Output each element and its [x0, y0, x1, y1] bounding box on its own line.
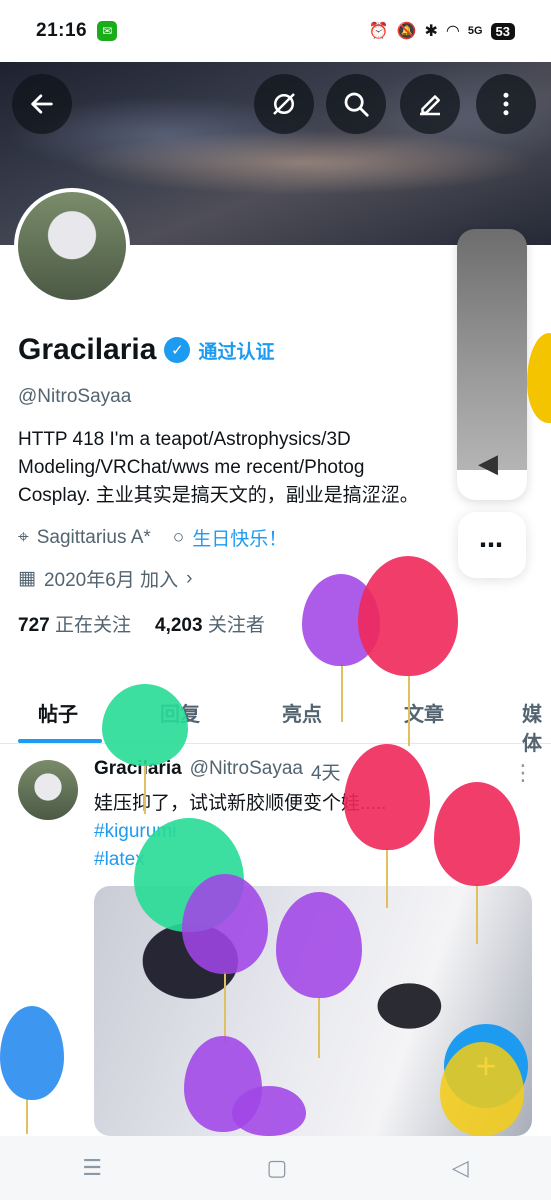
alarm-icon: ⏰: [368, 23, 389, 40]
profile-tabs: 帖子 回复 亮点 文章 媒体: [0, 684, 551, 755]
tab-articles[interactable]: 文章: [404, 698, 444, 727]
profile-name: Gracilaria: [18, 333, 157, 366]
location-icon: ⌖: [18, 526, 29, 548]
back-triangle-icon[interactable]: ◁: [452, 1155, 469, 1181]
balloon-string: [386, 848, 388, 908]
verified-label[interactable]: 通过认证: [198, 337, 274, 364]
system-nav-bar: ☰ ▢ ◁: [0, 1136, 551, 1200]
more-button[interactable]: [476, 74, 536, 134]
location-text: Sagittarius A*: [36, 526, 151, 548]
wifi-icon: ◠: [445, 23, 460, 40]
tweet-more-icon[interactable]: ⋮: [512, 760, 534, 786]
balloon-string: [341, 664, 343, 722]
mute-button[interactable]: [254, 74, 314, 134]
followers-label: 关注者: [207, 615, 265, 636]
tab-highlights[interactable]: 亮点: [282, 698, 322, 727]
balloon-decoration: [182, 874, 268, 974]
profile-avatar[interactable]: [14, 188, 130, 304]
tweet-time: 4天: [310, 763, 341, 784]
following-label: 正在关注: [54, 615, 131, 636]
following-link[interactable]: 727 正在关注: [18, 610, 131, 637]
status-bar: 21:16 ✉ ⏰ 🔕 ✱ ◠ 5G 53: [0, 0, 551, 62]
joined-text: 2020年6月 加入: [43, 570, 179, 591]
bluetooth-icon: ✱: [424, 23, 438, 40]
signal-icon: 5G: [467, 25, 483, 37]
follow-stats: 727 正在关注 4,203 关注者: [18, 610, 538, 637]
balloon-string: [476, 884, 478, 944]
battery-indicator: 53: [490, 22, 515, 40]
search-icon: [344, 92, 369, 117]
balloon-icon: ○: [172, 526, 185, 548]
back-button[interactable]: [12, 74, 72, 134]
balloon-string: [408, 676, 410, 746]
followers-count: 4,203: [155, 615, 203, 636]
balloon-decoration: [344, 744, 430, 850]
menu-icon[interactable]: ☰: [82, 1155, 102, 1181]
birthday-link[interactable]: 生日快乐！: [192, 524, 287, 551]
volume-more-button[interactable]: ⋯: [458, 512, 526, 578]
mute-icon: [273, 93, 295, 115]
balloon-string: [26, 1098, 28, 1134]
arrow-left-icon: [31, 94, 53, 114]
balloon-decoration: [232, 1086, 306, 1136]
tab-indicator: [18, 739, 102, 743]
followers-link[interactable]: 4,203 关注者: [155, 610, 265, 637]
chevron-right-icon: ›: [186, 567, 193, 589]
balloon-decoration: [440, 1042, 524, 1136]
status-icons: ⏰ 🔕 ✱ ◠ 5G 53: [369, 21, 515, 41]
clock: 21:16: [36, 20, 88, 41]
speaker-icon: ◀: [478, 448, 498, 478]
edit-button[interactable]: [400, 74, 460, 134]
edit-icon: [420, 95, 440, 116]
following-count: 727: [18, 615, 50, 636]
balloon-string: [144, 764, 146, 814]
wechat-icon: ✉: [97, 21, 118, 41]
verified-badge-icon[interactable]: ✓: [164, 337, 191, 363]
home-icon[interactable]: ▢: [267, 1155, 288, 1181]
bell-off-icon: 🔕: [396, 23, 417, 40]
balloon-decoration: [358, 556, 458, 676]
tweet-avatar[interactable]: [18, 760, 78, 820]
tab-posts[interactable]: 帖子: [38, 698, 78, 727]
balloon-decoration: [0, 1006, 64, 1100]
balloon-string: [318, 998, 320, 1058]
balloon-decoration: [102, 684, 188, 766]
balloon-decoration: [276, 892, 362, 998]
tweet-author-handle: @NitroSayaa: [189, 758, 303, 779]
more-vertical-icon: [503, 92, 509, 116]
calendar-icon: ▦: [18, 568, 36, 589]
balloon-decoration: [434, 782, 520, 886]
search-button[interactable]: [326, 74, 386, 134]
balloon-string: [224, 972, 226, 1042]
